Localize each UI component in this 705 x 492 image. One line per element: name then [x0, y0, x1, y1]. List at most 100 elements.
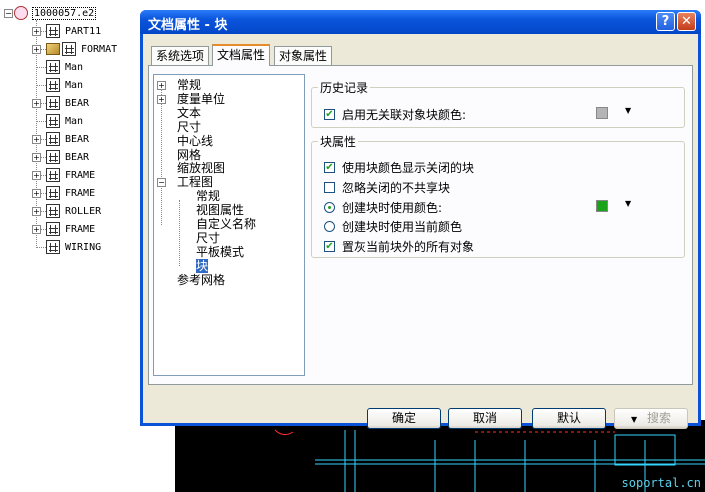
radio-circle[interactable]	[324, 221, 335, 232]
tree-item[interactable]: Man	[36, 58, 84, 76]
unassociated-color-swatch[interactable]	[596, 107, 608, 119]
chevron-down-icon[interactable]: ▼	[625, 106, 631, 115]
checkbox-box[interactable]	[324, 182, 335, 193]
chevron-down-icon[interactable]: ▼	[625, 199, 631, 208]
tree-item-label: WIRING	[65, 241, 102, 253]
tree-item[interactable]: + FRAME	[32, 184, 95, 202]
tree-item[interactable]: + FRAME	[32, 166, 96, 184]
tree-item[interactable]: + BEAR	[32, 130, 89, 148]
create-use-current-radio[interactable]: 创建块时使用当前颜色	[324, 218, 462, 235]
options-tree-item[interactable]: 文本	[177, 106, 201, 120]
options-tree-item[interactable]: 自定义名称	[196, 217, 256, 231]
help-button[interactable]: ?	[656, 12, 675, 31]
options-tree-item-label: 尺寸	[196, 230, 221, 245]
search-button[interactable]: ▼ 搜索	[614, 408, 688, 429]
tree-item[interactable]: + FORMAT	[32, 40, 117, 58]
options-tree[interactable]: + 常规 + 度量单位 文本 尺寸 中心线 网格 缩放视图 − 工程图 常规 视图属性 自定义名称 尺寸 平板…	[153, 74, 305, 376]
enable-unassociated-checkbox[interactable]: ✔ 启用无关联对象块颜色:	[324, 106, 466, 123]
chevron-down-icon: ▼	[631, 415, 638, 424]
show-closed-label: 使用块颜色显示关闭的块	[342, 161, 475, 175]
options-tree-item[interactable]: 中心线	[177, 134, 213, 148]
checkbox-box[interactable]: ✔	[324, 162, 335, 173]
dialog-titlebar[interactable]: 文档属性 - 块 ? ✕	[140, 10, 701, 34]
expand-toggle[interactable]: +	[32, 45, 41, 54]
show-closed-checkbox[interactable]: ✔ 使用块颜色显示关闭的块	[324, 159, 474, 176]
options-tree-item[interactable]: 平板模式	[196, 245, 244, 259]
ignore-unshared-checkbox[interactable]: 忽略关闭的不共享块	[324, 179, 450, 196]
options-tree-item[interactable]: 网格	[177, 148, 201, 162]
options-tree-item[interactable]: 参考网格	[177, 273, 225, 287]
gray-outside-checkbox[interactable]: ✔ 置灰当前块外的所有对象	[324, 238, 474, 255]
tree-item-label: BEAR	[65, 151, 90, 163]
expand-toggle[interactable]: +	[32, 27, 41, 36]
checkbox-box[interactable]: ✔	[324, 109, 335, 120]
expand-toggle[interactable]: +	[157, 94, 166, 104]
tree-item-label: Man	[65, 79, 84, 91]
assembly-component-icon	[46, 96, 60, 110]
expand-toggle[interactable]: −	[157, 178, 166, 188]
expand-toggle[interactable]: +	[32, 207, 41, 216]
cancel-button[interactable]: 取消	[448, 408, 522, 429]
create-use-color-radio[interactable]: 创建块时使用颜色:	[324, 199, 442, 216]
options-tree-item-label: 度量单位	[177, 91, 226, 106]
tab-system-options[interactable]: 系统选项	[151, 46, 210, 65]
tree-item[interactable]: + FRAME	[32, 220, 96, 238]
assembly-component-icon	[62, 42, 76, 56]
options-tree-item-label: 块	[196, 258, 209, 273]
tree-item-label: Man	[65, 61, 84, 73]
options-tree-item[interactable]: 视图属性	[196, 203, 244, 217]
expand-toggle[interactable]: −	[4, 9, 13, 18]
ok-button[interactable]: 确定	[367, 408, 441, 429]
options-tree-item[interactable]: + 度量单位	[157, 91, 226, 106]
create-use-color-label: 创建块时使用颜色:	[342, 201, 443, 215]
expand-toggle[interactable]: +	[32, 225, 41, 234]
history-group-label: 历史记录	[318, 79, 371, 96]
drawing-icon	[14, 6, 28, 20]
assembly-component-icon	[46, 132, 60, 146]
tree-item[interactable]: + PART11	[32, 22, 101, 40]
assembly-component-icon	[46, 60, 60, 74]
options-tree-item-label: 尺寸	[177, 119, 202, 134]
close-button[interactable]: ✕	[677, 12, 696, 31]
tree-root[interactable]: − 1000057.e2	[4, 4, 97, 22]
default-button[interactable]: 默认	[532, 408, 606, 429]
tree-item[interactable]: Man	[36, 76, 84, 94]
dialog-body: 系统选项 文档属性 对象属性 + 常规 + 度量单位 文本 尺寸 中心线 网格 缩放视图 − 工程图…	[143, 34, 698, 429]
tab-document-properties[interactable]: 文档属性	[212, 44, 271, 66]
tree-item-label: BEAR	[65, 97, 90, 109]
assembly-component-icon	[46, 24, 60, 38]
options-tree-item[interactable]: 尺寸	[196, 231, 220, 245]
expand-toggle[interactable]: +	[32, 171, 41, 180]
options-tree-item[interactable]: + 常规	[157, 78, 202, 92]
drawing-canvas[interactable]: soportal.cn	[175, 420, 705, 492]
tree-item[interactable]: + BEAR	[32, 94, 90, 112]
expand-toggle[interactable]: +	[32, 99, 41, 108]
block-group-label: 块属性	[318, 133, 359, 150]
expand-toggle[interactable]: +	[32, 135, 41, 144]
tree-item[interactable]: + BEAR	[32, 148, 90, 166]
tree-item-label: FRAME	[65, 169, 96, 181]
options-tree-item-label: 缩放视图	[177, 161, 226, 176]
tab-object-properties[interactable]: 对象属性	[274, 46, 333, 65]
assembly-component-icon	[46, 114, 60, 128]
assembly-component-icon	[46, 222, 60, 236]
block-color-swatch[interactable]	[596, 200, 608, 212]
options-tree-item[interactable]: 块	[196, 258, 209, 273]
tree-item[interactable]: WIRING	[36, 238, 102, 256]
expand-toggle[interactable]: +	[32, 189, 41, 198]
options-tree-item[interactable]: − 工程图	[157, 175, 213, 189]
options-tree-item[interactable]: 常规	[196, 189, 220, 203]
tree-item[interactable]: + ROLLER	[32, 202, 101, 220]
tree-item-label: Man	[65, 115, 84, 127]
tree-item[interactable]: Man	[36, 112, 84, 130]
assembly-component-icon	[46, 78, 60, 92]
expand-toggle[interactable]: +	[32, 153, 41, 162]
tree-item-label: FRAME	[65, 223, 96, 235]
options-tree-item[interactable]: 缩放视图	[177, 161, 225, 175]
radio-circle[interactable]	[324, 202, 335, 213]
options-tree-item-label: 常规	[177, 78, 202, 92]
options-tree-item-label: 文本	[177, 105, 202, 120]
expand-toggle[interactable]: +	[157, 81, 166, 90]
options-tree-item[interactable]: 尺寸	[177, 120, 201, 134]
checkbox-box[interactable]: ✔	[324, 241, 335, 252]
